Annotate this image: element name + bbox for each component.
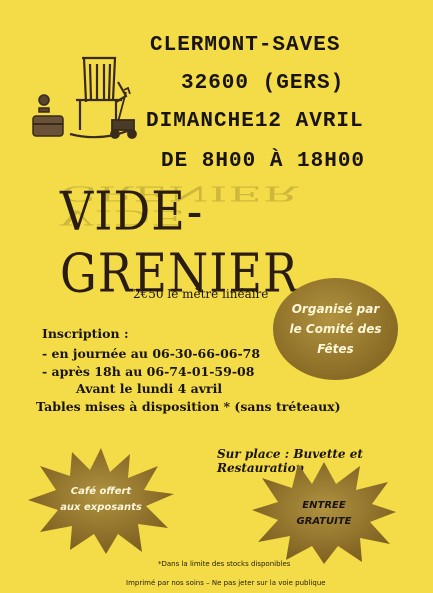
organizer-line-2: le Comité des: [289, 322, 382, 336]
free-entry-line-2: GRATUITE: [296, 516, 352, 527]
lawnmower-icon: [110, 86, 137, 139]
coffee-offer-line-1: Café offert: [70, 486, 132, 497]
flyer: CLERMONT-SAVES 32600 (GERS) DIMANCHE12 A…: [0, 0, 433, 593]
event-date: DIMANCHE12 AVRIL: [146, 110, 364, 133]
inscription-day-phone: - en journée au 06-30-66-06-78: [42, 346, 261, 361]
free-entry-line-1: ENTREE: [302, 500, 346, 511]
inscription-evening-phone: - après 18h au 06-74-01-59-08: [42, 364, 255, 379]
printer-notice: Imprimé par nos soins – Ne pas jeter sur…: [126, 579, 326, 587]
event-title-reflection: VIDE-GRENIER: [60, 181, 299, 230]
lamp-icon: [38, 94, 50, 113]
inscription-deadline: Avant le lundi 4 avril: [76, 381, 223, 396]
coffee-offer-line-2: aux exposants: [60, 502, 142, 513]
illustration: [30, 50, 145, 145]
stock-footnote: *Dans la limite des stocks disponibles: [158, 560, 291, 568]
inscription-heading: Inscription :: [42, 326, 129, 341]
postal-code: 32600 (GERS): [181, 72, 345, 95]
price-per-meter: 2€50 le mètre linéaire: [133, 287, 269, 301]
event-hours: DE 8H00 À 18H00: [161, 150, 366, 173]
tables-note: Tables mises à disposition * (sans tréte…: [36, 399, 341, 414]
starburst-right: ENTREE GRATUITE: [250, 460, 398, 565]
suitcase-icon: [32, 115, 64, 137]
town-name: CLERMONT-SAVES: [150, 34, 341, 57]
organizer-line-3: Fêtes: [317, 342, 354, 356]
organizer-line-1: Organisé par: [291, 302, 380, 316]
starburst-left: Café offert aux exposants: [26, 446, 176, 556]
organizer-badge: Organisé par le Comité des Fêtes: [273, 278, 398, 380]
